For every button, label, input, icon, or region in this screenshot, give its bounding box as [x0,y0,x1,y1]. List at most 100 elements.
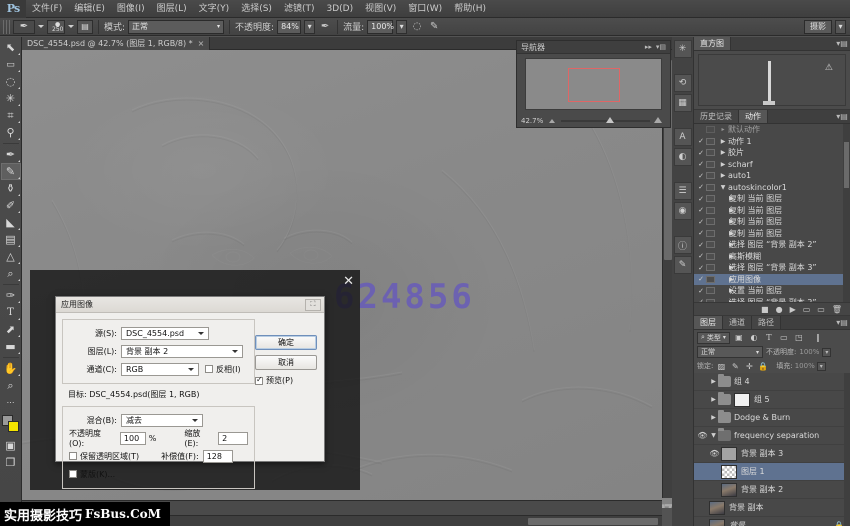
expand-icon[interactable]: ▶ [718,195,729,202]
fill-value[interactable]: 100% [795,362,815,370]
layer-thumbnail[interactable] [709,519,725,526]
tool-zoom[interactable]: ⌕ [1,377,21,394]
collapse-icon[interactable]: ▼ [718,184,728,191]
action-toggle-icon[interactable]: ✓ [696,195,706,203]
action-toggle-icon[interactable]: ✓ [696,183,706,191]
tool-healing-brush[interactable]: ✒ [1,146,21,163]
histogram-menu-icon[interactable]: ▾▤ [834,37,850,50]
airbrush-icon[interactable]: ◌ [410,20,424,34]
tab-actions[interactable]: 动作 [739,110,768,123]
menu-filter[interactable]: 滤镜(T) [278,0,321,18]
action-toggle-icon[interactable]: ✓ [696,218,706,226]
expand-icon[interactable]: ▶ [718,299,729,302]
pressure-opacity-icon[interactable]: ✒ [318,20,332,34]
mask-checkbox[interactable] [69,470,77,478]
layer-row[interactable]: ▶ 组 5 [694,391,850,409]
action-dialog-toggle[interactable] [706,299,715,302]
navigator-view-rect[interactable] [568,68,620,102]
tool-quick-selection[interactable]: ✳ [1,90,21,107]
background-color-swatch[interactable] [8,421,19,432]
expand-icon[interactable]: ▶ [718,230,729,237]
dock-adjustments-icon[interactable]: A [674,128,692,146]
tool-shape[interactable]: ▬ [1,338,21,355]
lock-image-icon[interactable]: ✎ [729,360,741,372]
preview-checkbox-wrap[interactable]: 预览(P) [255,375,317,386]
layer-row[interactable]: 背景 副本 2 [694,481,850,499]
invert-checkbox-wrap[interactable]: 反相(I) [205,364,241,375]
filter-smart-object-icon[interactable]: ◳ [793,332,805,344]
layers-scrollbar[interactable] [844,373,850,526]
brush-preset-chevron-icon[interactable] [38,25,44,28]
menu-image[interactable]: 图像(I) [111,0,151,18]
expand-icon[interactable]: ▶ [718,172,728,179]
stop-icon[interactable]: ■ [761,305,769,314]
layer-row[interactable]: 👁 ▼ frequency separation [694,427,850,445]
layer-row[interactable]: ▶ Dodge & Burn [694,409,850,427]
dialog-overlay-close-icon[interactable]: ✕ [343,274,354,289]
brush-size-chevron-icon[interactable] [68,25,74,28]
action-dialog-toggle[interactable] [706,230,715,237]
menu-type[interactable]: 文字(Y) [193,0,236,18]
expand-icon[interactable]: ▶ [718,138,728,145]
action-dialog-toggle[interactable] [706,241,715,248]
menu-view[interactable]: 视图(V) [359,0,402,18]
collapse-icon[interactable]: ▸▸ [645,43,652,51]
record-icon[interactable]: ● [776,305,783,314]
tool-eraser[interactable]: ◣ [1,214,21,231]
action-toggle-icon[interactable]: ✓ [696,287,706,295]
brush-size-box[interactable]: 250 ● [47,20,65,34]
filter-shape-icon[interactable]: ▭ [778,332,790,344]
expand-icon[interactable]: ▶ [709,378,718,385]
tool-clone-stamp[interactable]: ⚱ [1,180,21,197]
options-bar-grip[interactable] [3,20,10,34]
zoom-slider-knob[interactable] [606,117,614,123]
menu-file[interactable]: 文件(F) [26,0,68,18]
tool-history-brush[interactable]: ✐ [1,197,21,214]
layer-row-selected[interactable]: 图层 1 [694,463,850,481]
opacity-input[interactable]: 84% [277,20,301,34]
tool-edit-toolbar[interactable]: ⋯ [1,394,21,411]
tab-channels[interactable]: 通道 [723,316,752,329]
ok-button[interactable]: 确定 [255,335,317,350]
filter-power-toggle[interactable]: ❙ [812,332,824,344]
dock-styles-icon[interactable]: ◐ [674,148,692,166]
color-swatches[interactable] [1,414,21,434]
layer-thumbnail[interactable] [721,483,737,497]
dock-info-icon[interactable]: ⓘ [674,236,692,254]
navigator-thumbnail[interactable] [525,58,662,110]
action-row[interactable]: ▸ 默认动作 [694,124,850,136]
layers-list[interactable]: ▶ 组 4 ▶ 组 5 ▶ Dodg [694,373,850,526]
opacity-chevron-icon[interactable]: ▾ [822,348,831,357]
action-row[interactable]: ✓ ▶ 胶片 [694,147,850,159]
zoom-out-icon[interactable] [549,119,555,123]
blend-mode-dropdown[interactable]: 正常 ▾ [128,20,224,34]
action-toggle-icon[interactable]: ✓ [696,229,706,237]
tool-gradient[interactable]: ▤ [1,231,21,248]
layer-filter-type-dropdown[interactable]: ⌕ 类型 ▾ [697,332,730,344]
dock-mini-bridge-icon[interactable]: ✳ [674,40,692,58]
navigator-header[interactable]: 导航器 ▸▸ ▾▤ [517,41,670,54]
lock-all-icon[interactable]: 🔒 [757,360,769,372]
invert-checkbox[interactable] [205,365,213,373]
close-icon[interactable]: × [198,39,205,48]
layer-thumbnail[interactable] [721,447,737,461]
visibility-icon[interactable]: 👁 [696,431,709,440]
action-row-selected[interactable]: ✓ ▶ 应用图像 [694,274,850,286]
action-toggle-icon[interactable]: ✓ [696,172,706,180]
layer-opacity-value[interactable]: 100% [799,348,819,356]
action-dialog-toggle[interactable] [706,172,715,179]
fill-chevron-icon[interactable]: ▾ [817,362,826,371]
action-row[interactable]: ✓ ▶ scharf [694,159,850,171]
tool-marquee[interactable]: ▭ [1,56,21,73]
dock-history-icon[interactable]: ⟲ [674,74,692,92]
expand-icon[interactable]: ▶ [718,264,729,271]
action-row[interactable]: ✓ ▼ autoskincolor1 [694,182,850,194]
canvas-horizontal-scroll-thumb[interactable] [528,518,658,525]
layers-menu-icon[interactable]: ▾▤ [834,316,850,329]
collapse-icon[interactable]: ▼ [709,432,718,439]
menu-edit[interactable]: 编辑(E) [68,0,111,18]
navigator-zoom-slider[interactable] [547,116,664,126]
dialog-opacity-input[interactable]: 100 [120,432,146,445]
action-dialog-toggle[interactable] [706,287,715,294]
action-row[interactable]: ✓ ▶ 动作 1 [694,136,850,148]
